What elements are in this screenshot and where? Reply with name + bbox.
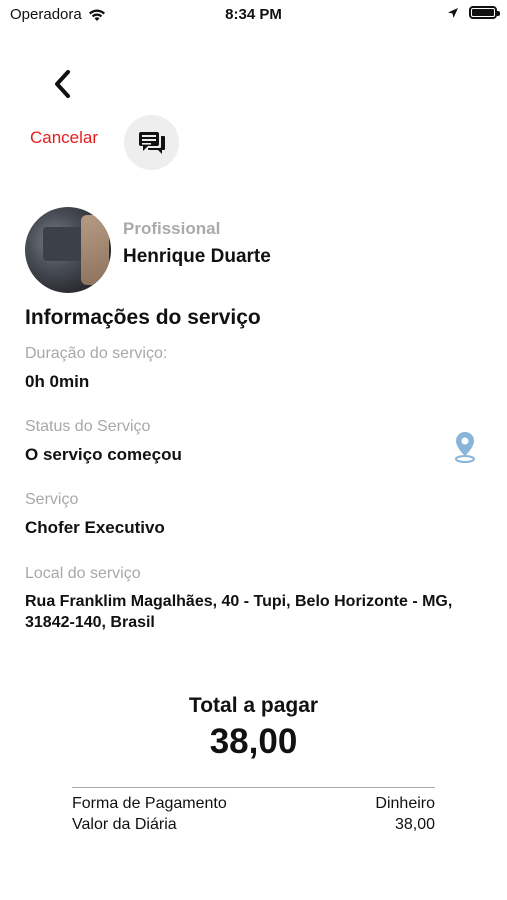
back-button[interactable]	[45, 66, 79, 102]
location-label: Local do serviço	[25, 565, 141, 582]
payment-method-value: Dinheiro	[375, 795, 435, 812]
payment-method-row: Forma de Pagamento Dinheiro	[72, 795, 435, 813]
status-value: O serviço começou	[25, 445, 182, 464]
location-value: Rua Franklim Magalhães, 40 - Tupi, Belo …	[25, 593, 453, 631]
daily-rate-label: Valor da Diária	[72, 816, 177, 833]
status-label: Status do Serviço	[25, 418, 151, 435]
duration-value: 0h 0min	[25, 372, 90, 391]
location-arrow-icon	[448, 7, 458, 18]
battery-icon	[469, 6, 500, 19]
battery-tip	[497, 11, 500, 16]
battery-level	[472, 9, 494, 16]
professional-name: Henrique Duarte	[123, 246, 271, 267]
payment-method-label: Forma de Pagamento	[72, 795, 227, 812]
divider	[72, 787, 435, 788]
map-pin-icon	[455, 432, 475, 463]
avatar-photo-highlight	[81, 215, 109, 285]
avatar	[25, 207, 111, 293]
total-label: Total a pagar	[188, 694, 319, 717]
daily-rate-value: 38,00	[394, 816, 435, 833]
service-label: Serviço	[25, 491, 79, 508]
duration-label: Duração do serviço:	[25, 345, 168, 362]
chevron-left-icon	[55, 70, 70, 98]
map-pin-button[interactable]	[452, 430, 478, 464]
service-value: Chofer Executivo	[25, 518, 165, 537]
professional-label: Profissional	[123, 219, 221, 238]
total-value: 38,00	[209, 722, 298, 761]
status-bar: Operadora 8:34 PM	[0, 0, 507, 30]
avatar-photo-detail	[43, 227, 83, 261]
cancel-button[interactable]: Cancelar	[30, 128, 98, 148]
chat-button[interactable]	[124, 115, 179, 170]
clock: 8:34 PM	[225, 6, 282, 23]
chat-bubbles-icon	[138, 131, 165, 154]
status-right	[447, 6, 500, 19]
daily-rate-row: Valor da Diária 38,00	[72, 816, 435, 834]
section-title: Informações do serviço	[25, 306, 261, 329]
